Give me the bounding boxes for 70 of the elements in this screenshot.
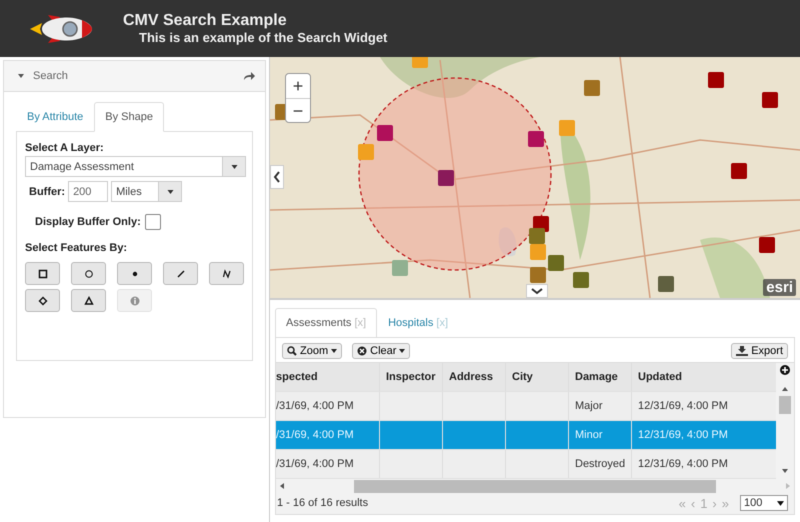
table-cell: Destroyed — [575, 458, 626, 470]
table-cell: /31/69, 4:00 PM — [276, 429, 354, 441]
results-tab[interactable]: Assessments [x] — [275, 308, 378, 338]
expand-button[interactable] — [526, 284, 548, 298]
buffer-only-label: Display Buffer Only: — [35, 216, 141, 228]
tab[interactable]: By Attribute — [16, 102, 94, 132]
table-row[interactable]: /31/69, 4:00 PM Destroyed 12/31/69, 4:00 PM — [276, 450, 776, 479]
buffer-only-checkbox[interactable] — [144, 214, 161, 230]
rectangle-icon — [38, 268, 48, 278]
triangle-icon — [84, 296, 94, 306]
unit-select[interactable]: Miles — [111, 181, 182, 202]
table-cell: /31/69, 4:00 PM — [276, 458, 354, 470]
circle-tool-button[interactable] — [71, 262, 106, 285]
column-header[interactable]: Address — [443, 363, 506, 391]
freehand-icon — [222, 268, 232, 278]
scroll-left-icon[interactable] — [280, 483, 284, 489]
column-header[interactable]: City — [506, 363, 569, 391]
table-cell: 12/31/69, 4:00 PM — [638, 458, 728, 470]
table-cell: Minor — [575, 429, 603, 441]
layer-select[interactable]: Damage Assessment — [25, 156, 246, 177]
collapse-button[interactable] — [270, 165, 284, 189]
caret-icon — [331, 349, 338, 353]
scrollbar-thumb[interactable] — [779, 396, 791, 414]
layer-label: Select A Layer: — [25, 142, 105, 154]
line-icon — [176, 268, 186, 278]
caret-icon[interactable] — [18, 74, 24, 78]
results-summary: 1 - 16 of 16 results — [277, 497, 368, 509]
column-header[interactable]: spected — [276, 363, 380, 391]
buffer-field[interactable]: 200 — [68, 181, 108, 202]
chevron-left-icon — [273, 171, 281, 183]
scrollbar-thumb[interactable] — [354, 480, 716, 492]
buffer-label: Buffer: — [29, 186, 66, 198]
table-row[interactable]: /31/69, 4:00 PM Major 12/31/69, 4:00 PM — [276, 392, 776, 421]
zoom-out-button[interactable]: − — [286, 98, 310, 122]
caret-icon — [399, 349, 406, 353]
esri-logo: esri — [763, 279, 796, 296]
results-tab[interactable]: Hospitals [x] — [377, 308, 460, 338]
column-header[interactable]: Damage — [569, 363, 632, 391]
table-cell: /31/69, 4:00 PM — [276, 400, 354, 412]
info-icon — [130, 296, 140, 306]
caret-icon — [166, 190, 174, 194]
table-cell: 12/31/69, 4:00 PM — [638, 400, 728, 412]
page-size-select[interactable]: 100 — [740, 495, 788, 511]
caret-icon — [230, 164, 238, 168]
app-title: CMV Search Example — [123, 12, 288, 30]
freehand-tool-button[interactable] — [209, 262, 244, 285]
clear-menu-button[interactable]: Clear — [352, 343, 410, 359]
clear-icon — [357, 346, 368, 356]
select-features-label: Select Features By: — [25, 242, 128, 254]
panel-title[interactable]: Search — [33, 70, 68, 82]
triangle-tool-button[interactable] — [71, 289, 106, 312]
scroll-up-icon[interactable] — [782, 387, 788, 391]
circle-icon — [84, 268, 94, 278]
column-header[interactable]: Inspector — [380, 363, 443, 391]
caret-icon — [777, 500, 784, 506]
add-column-icon[interactable] — [780, 365, 790, 375]
table-cell: Major — [575, 400, 603, 412]
download-icon — [736, 346, 748, 356]
table-cell: 12/31/69, 4:00 PM — [638, 429, 728, 441]
chevron-down-icon — [531, 287, 543, 295]
export-button[interactable]: Export — [731, 343, 788, 359]
tab[interactable]: By Shape — [94, 102, 164, 132]
share-icon[interactable] — [243, 71, 255, 81]
app-subtitle: This is an example of the Search Widget — [139, 30, 388, 45]
magnifier-icon — [287, 346, 297, 356]
polygon-tool-button[interactable] — [25, 289, 60, 312]
zoom-menu-button[interactable]: Zoom — [282, 343, 342, 359]
scroll-down-icon[interactable] — [782, 469, 788, 473]
polygon-icon — [38, 296, 48, 306]
rectangle-tool-button[interactable] — [25, 262, 60, 285]
